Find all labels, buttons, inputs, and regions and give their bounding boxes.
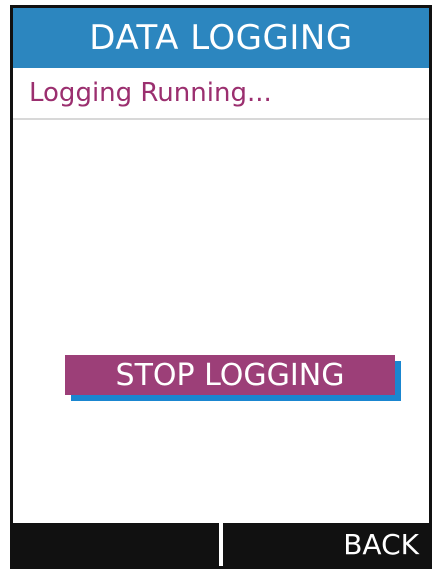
back-softkey[interactable]: BACK <box>223 523 429 566</box>
device-screen: DATA LOGGING Logging Running... STOP LOG… <box>10 5 432 569</box>
page-title: DATA LOGGING <box>89 18 353 58</box>
status-text: Logging Running... <box>29 78 272 108</box>
stop-logging-control: STOP LOGGING <box>65 355 401 401</box>
stop-logging-button[interactable]: STOP LOGGING <box>65 355 395 395</box>
status-row: Logging Running... <box>13 68 429 120</box>
softkey-bar: BACK <box>13 523 429 566</box>
title-bar: DATA LOGGING <box>13 8 429 68</box>
left-softkey[interactable] <box>13 523 223 566</box>
